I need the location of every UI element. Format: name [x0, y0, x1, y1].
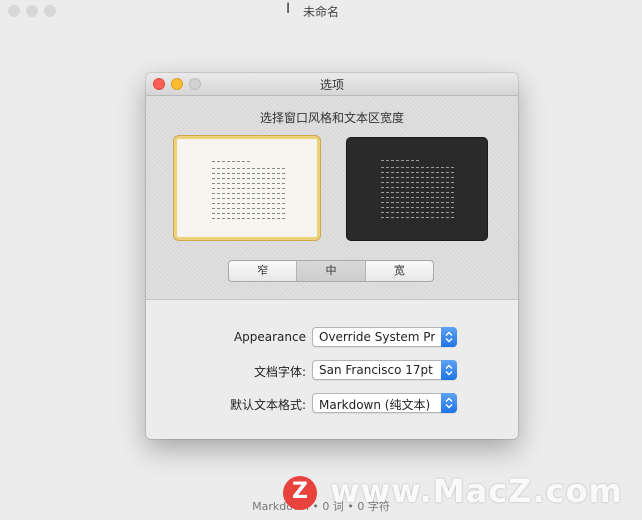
- font-popup[interactable]: San Francisco 17pt: [312, 360, 457, 380]
- font-value: San Francisco 17pt: [319, 363, 433, 377]
- preferences-dialog: 选项 选择窗口风格和文本区宽度 窄 中 宽 Appearance Overrid…: [146, 73, 518, 439]
- watermark-text: www.MacZ.com: [330, 472, 623, 510]
- width-medium-segment[interactable]: 中: [296, 261, 365, 281]
- section-heading: 选择窗口风格和文本区宽度: [259, 111, 404, 125]
- chevron-up-down-icon: [441, 360, 457, 380]
- font-label: 文档字体:: [253, 365, 306, 379]
- watermark-logo: Z: [283, 476, 317, 510]
- appearance-popup[interactable]: Override System Pref...: [312, 327, 457, 347]
- theme-dark-option[interactable]: [346, 137, 488, 241]
- chevron-up-down-icon: [441, 327, 457, 347]
- font-row: 文档字体: San Francisco 17pt: [146, 360, 518, 382]
- text-cursor-icon: I: [286, 1, 291, 17]
- width-narrow-segment[interactable]: 窄: [229, 261, 296, 281]
- watermark-logo-letter: Z: [292, 479, 308, 504]
- document-title: 未命名: [302, 5, 339, 19]
- appearance-label: Appearance: [233, 330, 306, 344]
- chevron-up-down-icon: [441, 393, 457, 413]
- theme-light-option[interactable]: [174, 136, 320, 240]
- width-wide-segment[interactable]: 宽: [364, 261, 433, 281]
- format-row: 默认文本格式: Markdown (纯文本): [146, 393, 518, 415]
- text-width-segmented-control: 窄 中 宽: [228, 260, 434, 282]
- appearance-value: Override System Pref...: [319, 330, 435, 344]
- format-value: Markdown (纯文本): [319, 398, 431, 412]
- format-label: 默认文本格式:: [229, 398, 306, 412]
- appearance-panel: 选择窗口风格和文本区宽度 窄 中 宽: [146, 96, 518, 300]
- dialog-titlebar: 选项: [146, 73, 518, 96]
- dialog-title: 选项: [319, 78, 344, 92]
- document-preview-icon: [212, 161, 287, 223]
- document-titlebar: 未命名: [0, 0, 642, 24]
- options-form: Appearance Override System Pref... 文档字体:…: [146, 300, 518, 439]
- appearance-row: Appearance Override System Pref...: [146, 327, 518, 349]
- format-popup[interactable]: Markdown (纯文本): [312, 393, 457, 413]
- document-preview-icon: [381, 160, 455, 222]
